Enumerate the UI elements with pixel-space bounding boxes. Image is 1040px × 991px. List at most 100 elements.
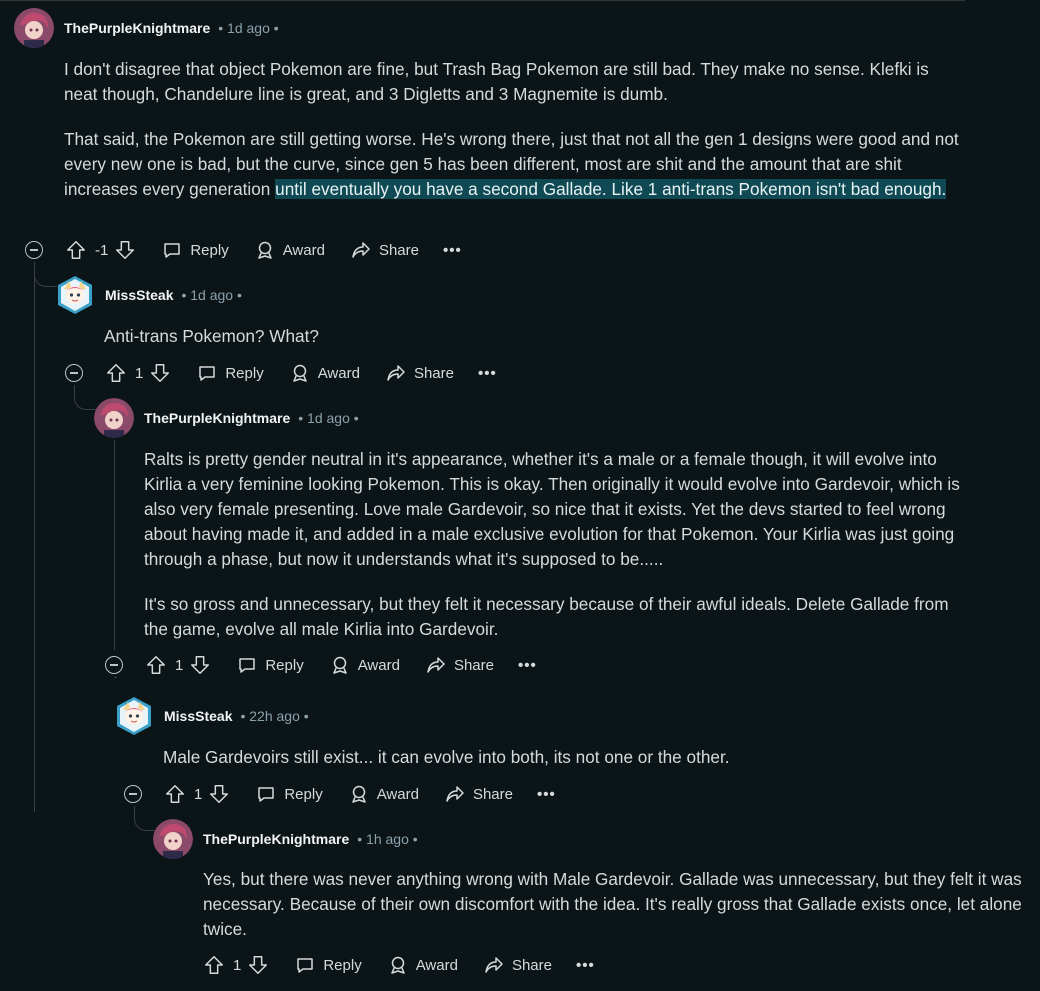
downvote-icon[interactable]: [149, 362, 171, 384]
share-button[interactable]: Share: [351, 240, 419, 260]
author-name[interactable]: ThePurpleKnightmare: [203, 831, 349, 847]
share-button[interactable]: Share: [484, 955, 552, 975]
award-button[interactable]: Award: [330, 655, 400, 675]
comment-actions: -1 Reply Award Share •••: [25, 234, 462, 266]
reply-icon: [164, 243, 181, 258]
avatar[interactable]: [14, 8, 54, 48]
reply-label: Reply: [190, 241, 229, 259]
comment-timestamp: • 1d ago •: [218, 20, 279, 36]
more-icon[interactable]: •••: [576, 957, 595, 974]
share-icon: [427, 657, 445, 673]
upvote-icon[interactable]: [145, 654, 167, 676]
vote-score: -1: [95, 241, 109, 259]
comment-paragraph: Yes, but there was never anything wrong …: [203, 869, 1022, 939]
author-name[interactable]: ThePurpleKnightmare: [144, 410, 290, 426]
comment-timestamp: • 1h ago •: [357, 831, 418, 847]
more-icon[interactable]: •••: [478, 365, 497, 382]
reply-button[interactable]: Reply: [295, 955, 362, 975]
reply-button[interactable]: Reply: [162, 240, 229, 260]
reply-label: Reply: [323, 956, 362, 974]
award-button[interactable]: Award: [349, 784, 419, 804]
comment-timestamp: • 1d ago •: [298, 410, 359, 426]
author-name[interactable]: MissSteak: [164, 708, 232, 724]
comment-paragraph: Anti-trans Pokemon? What?: [104, 326, 319, 346]
share-label: Share: [413, 364, 454, 382]
avatar[interactable]: [153, 819, 193, 859]
downvote-icon[interactable]: [114, 239, 136, 261]
award-label: Award: [415, 956, 458, 974]
vote-control: -1: [65, 239, 136, 261]
avatar[interactable]: [55, 275, 95, 315]
share-icon: [446, 786, 464, 802]
comment-body: I don't disagree that object Pokemon are…: [64, 57, 964, 222]
award-label: Award: [317, 364, 360, 382]
reply-button[interactable]: Reply: [237, 655, 304, 675]
upvote-icon[interactable]: [105, 362, 127, 384]
comment-actions: 1 Reply Award Share •••: [124, 778, 556, 810]
upvote-icon[interactable]: [65, 239, 87, 261]
comment-actions: 1 Reply Award Share •••: [105, 649, 537, 681]
author-name[interactable]: MissSteak: [105, 287, 173, 303]
vote-score: 1: [175, 656, 184, 674]
downvote-icon[interactable]: [247, 954, 269, 976]
share-button[interactable]: Share: [386, 363, 454, 383]
thread-line: [114, 440, 115, 650]
avatar[interactable]: [94, 398, 134, 438]
share-button[interactable]: Share: [445, 784, 513, 804]
award-label: Award: [282, 241, 325, 259]
reply-icon: [199, 366, 216, 381]
collapse-icon[interactable]: [65, 364, 83, 382]
award-button[interactable]: Award: [255, 240, 325, 260]
comment-header: ThePurpleKnightmare • 1d ago •: [14, 8, 279, 48]
author-name[interactable]: ThePurpleKnightmare: [64, 20, 210, 36]
collapse-icon[interactable]: [25, 241, 43, 259]
comment-header: MissSteak • 1d ago •: [55, 275, 242, 315]
comment-header: MissSteak • 22h ago •: [114, 696, 309, 736]
upvote-icon[interactable]: [203, 954, 225, 976]
share-icon: [387, 365, 405, 381]
collapse-icon[interactable]: [105, 656, 123, 674]
award-icon: [292, 364, 307, 382]
comment-timestamp: • 22h ago •: [240, 708, 309, 724]
comment-paragraph: It's so gross and unnecessary, but they …: [144, 594, 949, 639]
more-icon[interactable]: •••: [443, 242, 462, 259]
award-button[interactable]: Award: [290, 363, 360, 383]
downvote-icon[interactable]: [189, 654, 211, 676]
award-button[interactable]: Award: [388, 955, 458, 975]
reply-icon: [239, 658, 256, 673]
vote-score: 1: [194, 785, 203, 803]
share-icon: [352, 242, 370, 258]
upvote-icon[interactable]: [164, 783, 186, 805]
vote-control: 1: [203, 954, 269, 976]
downvote-icon[interactable]: [208, 783, 230, 805]
collapse-icon[interactable]: [124, 785, 142, 803]
comment-paragraph: I don't disagree that object Pokemon are…: [64, 59, 929, 104]
vote-control: 1: [145, 654, 211, 676]
reply-label: Reply: [225, 364, 264, 382]
share-button[interactable]: Share: [426, 655, 494, 675]
award-label: Award: [357, 656, 400, 674]
top-divider: [0, 0, 965, 1]
reply-button[interactable]: Reply: [197, 363, 264, 383]
reply-icon: [297, 958, 314, 973]
award-icon: [351, 785, 366, 803]
share-icon: [485, 957, 503, 973]
award-label: Award: [376, 785, 419, 803]
reply-button[interactable]: Reply: [256, 784, 323, 804]
comment-timestamp: • 1d ago •: [181, 287, 242, 303]
award-icon: [257, 241, 272, 259]
comment-paragraph: Ralts is pretty gender neutral in it's a…: [144, 449, 960, 569]
award-icon: [390, 956, 405, 974]
comment-actions: 1 Reply Award Share •••: [65, 357, 497, 389]
comment-body: Ralts is pretty gender neutral in it's a…: [144, 447, 964, 662]
more-icon[interactable]: •••: [537, 786, 556, 803]
vote-score: 1: [135, 364, 144, 382]
share-label: Share: [378, 241, 419, 259]
share-label: Share: [511, 956, 552, 974]
reply-label: Reply: [284, 785, 323, 803]
comment-actions: 1 Reply Award Share •••: [203, 949, 595, 981]
comment-header: ThePurpleKnightmare • 1d ago •: [94, 398, 359, 438]
share-label: Share: [472, 785, 513, 803]
avatar[interactable]: [114, 696, 154, 736]
more-icon[interactable]: •••: [518, 657, 537, 674]
